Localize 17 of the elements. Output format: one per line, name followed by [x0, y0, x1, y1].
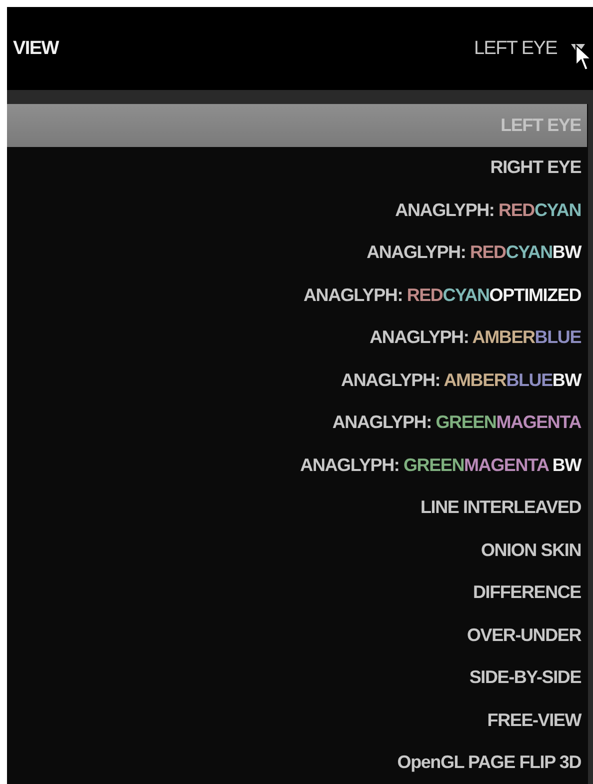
- menu-item[interactable]: RIGHT EYE: [7, 146, 587, 189]
- menu-item[interactable]: OVER-UNDER: [7, 614, 587, 656]
- menu-item[interactable]: ANAGLYPH: GREENMAGENTA BW: [7, 444, 587, 486]
- menu-item[interactable]: ANAGLYPH: GREENMAGENTA: [7, 402, 587, 444]
- menu-item[interactable]: FREE-VIEW: [7, 699, 587, 742]
- menu-item[interactable]: ANAGLYPH: REDCYAN: [7, 189, 587, 232]
- menu-item[interactable]: ANAGLYPH: AMBERBLUE: [7, 316, 587, 359]
- view-dropdown[interactable]: LEFT EYE: [474, 38, 585, 60]
- menu-item[interactable]: SIDE-BY-SIDE: [7, 656, 587, 699]
- menu-item[interactable]: DIFFERENCE: [7, 572, 587, 614]
- menu-item[interactable]: ANAGLYPH: REDCYANBW: [7, 232, 587, 274]
- menu-item[interactable]: LINE INTERLEAVED: [7, 486, 587, 529]
- menu-item[interactable]: ANAGLYPH: REDCYANOPTIMIZED: [7, 274, 587, 316]
- menu-item[interactable]: ONION SKIN: [7, 529, 587, 572]
- menu-item[interactable]: OpenGL PAGE FLIP 3D: [7, 742, 587, 784]
- view-title: VIEW: [13, 38, 58, 60]
- menu-item[interactable]: ANAGLYPH: AMBERBLUEBW: [7, 359, 587, 402]
